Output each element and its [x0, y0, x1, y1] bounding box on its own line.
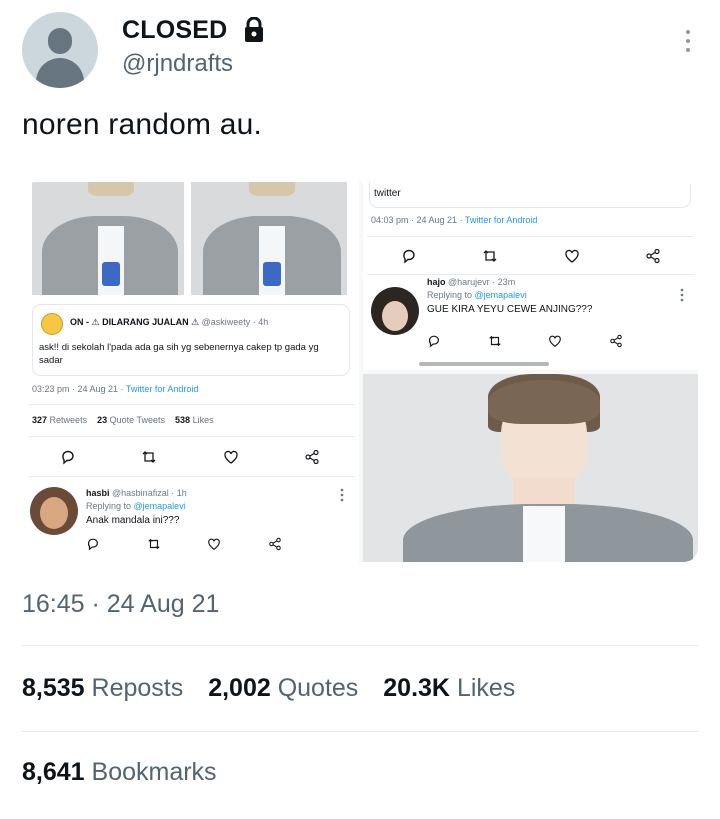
reply-icon[interactable]: [86, 537, 100, 551]
reply-text: Anak mandala ini???: [86, 515, 180, 526]
quoted-avatar: [41, 313, 63, 335]
reply-avatar: [30, 487, 78, 535]
retweet-icon[interactable]: [482, 248, 498, 264]
reply-to: Replying to @jemapalevi: [427, 290, 527, 300]
tweet-header: CLOSED @rjndrafts: [22, 12, 698, 92]
like-icon[interactable]: [564, 248, 580, 264]
inner-actions: [60, 449, 320, 465]
share-icon[interactable]: [645, 248, 661, 264]
reply-author: hajo @harujevr · 23m: [427, 277, 516, 287]
like-icon[interactable]: [223, 449, 239, 465]
retweet-icon[interactable]: [147, 537, 161, 551]
quotes-stat[interactable]: 2,002 Quotes: [208, 674, 376, 702]
quoted-author: ON - ⚠ DILARANG JUALAN ⚠ @askiweety · 4h: [70, 317, 269, 327]
tweet-meta: 04:03 pm · 24 Aug 21 · Twitter for Andro…: [371, 215, 538, 225]
photo-thumb-1: [32, 182, 184, 295]
media-image-right-top[interactable]: twitter 04:03 pm · 24 Aug 21 · Twitter f…: [363, 182, 698, 370]
inner-actions: [401, 248, 661, 264]
share-icon[interactable]: [268, 537, 282, 551]
divider: [22, 731, 698, 732]
cut-text: twitter: [374, 188, 401, 199]
tweet-counts: 327 Retweets 23 Quote Tweets 538 Likes: [32, 415, 214, 425]
reply-icon[interactable]: [427, 334, 441, 348]
media-image-right-bottom[interactable]: [363, 374, 698, 562]
more-icon[interactable]: [340, 488, 344, 502]
divider: [22, 645, 698, 646]
photo-thumb-2: [191, 182, 347, 295]
retweet-icon[interactable]: [141, 449, 157, 465]
share-icon[interactable]: [609, 334, 623, 348]
retweet-icon[interactable]: [488, 334, 502, 348]
tweet-timestamp[interactable]: 16:45 · 24 Aug 21: [22, 590, 219, 619]
reply-icon[interactable]: [401, 248, 417, 264]
media-grid[interactable]: ON - ⚠ DILARANG JUALAN ⚠ @askiweety · 4h…: [22, 182, 698, 562]
reply-actions: [427, 334, 623, 348]
media-image-left[interactable]: ON - ⚠ DILARANG JUALAN ⚠ @askiweety · 4h…: [22, 182, 359, 562]
reposts-stat[interactable]: 8,535 Reposts: [22, 674, 201, 702]
quoted-text: ask!! di sekolah l'pada ada ga sih yg se…: [39, 342, 319, 366]
more-icon[interactable]: [680, 288, 684, 302]
more-icon[interactable]: [684, 30, 692, 56]
reply-to: Replying to @jemapalevi: [86, 501, 186, 511]
display-name[interactable]: CLOSED: [122, 16, 227, 45]
like-icon[interactable]: [548, 334, 562, 348]
reply-avatar: [371, 287, 419, 335]
reply-icon[interactable]: [60, 449, 76, 465]
lock-icon: [245, 17, 263, 42]
reply-author: hasbi @hasbinafizal · 1h: [86, 488, 187, 498]
quoted-tweet[interactable]: ON - ⚠ DILARANG JUALAN ⚠ @askiweety · 4h…: [32, 304, 350, 376]
tweet-meta: 03:23 pm · 24 Aug 21 · Twitter for Andro…: [32, 384, 199, 394]
engagement-stats: 8,535 Reposts 2,002 Quotes 20.3K Likes: [22, 674, 533, 703]
likes-stat[interactable]: 20.3K Likes: [383, 674, 533, 702]
tweet-text: noren random au.: [22, 108, 263, 141]
bookmarks-stat[interactable]: 8,641 Bookmarks: [22, 758, 217, 787]
reply-actions: [86, 537, 282, 551]
avatar[interactable]: [22, 12, 98, 88]
like-icon[interactable]: [207, 537, 221, 551]
cut-tweet-card: twitter: [369, 182, 691, 208]
share-icon[interactable]: [304, 449, 320, 465]
reply-text: GUE KIRA YEYU CEWE ANJING???: [427, 304, 593, 315]
handle[interactable]: @rjndrafts: [122, 50, 233, 78]
